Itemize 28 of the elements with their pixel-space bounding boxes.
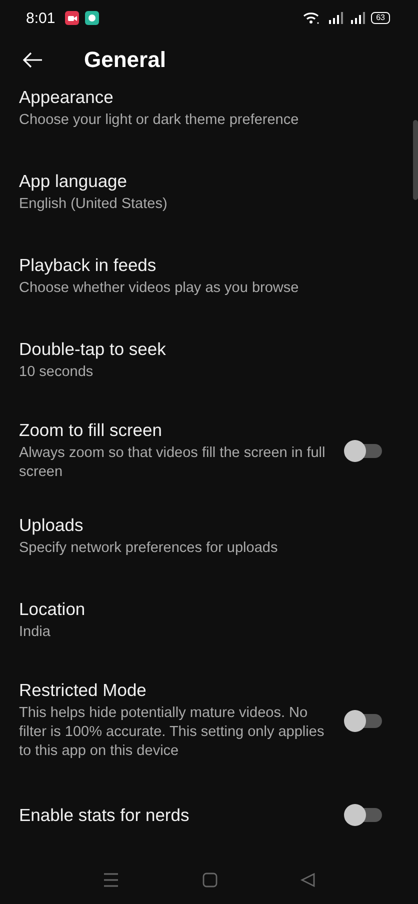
wifi-icon <box>303 12 322 24</box>
video-camera-icon <box>65 11 80 25</box>
setting-description: 10 seconds <box>19 362 94 382</box>
battery-indicator: 63 <box>371 12 390 24</box>
chat-bubble-icon <box>85 11 100 25</box>
signal-icon <box>327 12 344 24</box>
page-title: General <box>84 47 166 73</box>
setting-title[interactable]: Enable stats for nerds <box>19 804 346 826</box>
setting-description: India <box>19 622 52 642</box>
signal-icon <box>349 12 366 24</box>
setting-title[interactable]: Playback in feeds <box>19 254 382 276</box>
menu-icon[interactable] <box>102 872 120 888</box>
setting-title[interactable]: Zoom to fill screen <box>19 420 346 441</box>
setting-description: Specify network preferences for uploads <box>19 538 279 558</box>
setting-title[interactable]: Double-tap to seek <box>19 338 382 360</box>
setting-title[interactable]: Location <box>19 598 382 620</box>
setting-description: This helps hide potentially mature videos. No filter is 100% accurate. This setting only applies to this app on this device <box>19 704 326 761</box>
setting-description: Choose whether videos play as you browse <box>19 278 300 298</box>
setting-description: Choose your light or dark theme preference <box>19 110 300 130</box>
home-square-icon[interactable] <box>202 872 218 888</box>
setting-description: English (United States) <box>19 194 168 214</box>
setting-title[interactable]: Appearance <box>19 86 382 108</box>
setting-title[interactable]: Restricted Mode <box>19 680 346 701</box>
back-triangle-icon[interactable] <box>300 872 316 888</box>
setting-title[interactable]: Uploads <box>19 514 382 536</box>
setting-title[interactable]: App language <box>19 170 382 192</box>
status-time: 8:01 <box>26 10 56 26</box>
setting-description: Always zoom so that videos fill the screen in full screen <box>19 444 326 482</box>
